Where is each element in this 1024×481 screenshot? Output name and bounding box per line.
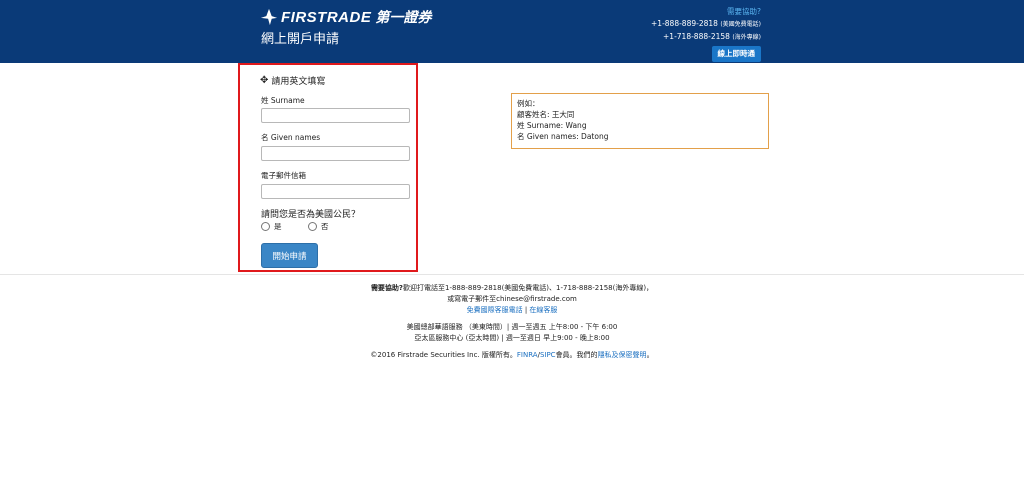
sipc-link[interactable]: SIPC (540, 351, 556, 359)
phone-us-number: +1-888-889-2818 (651, 19, 718, 28)
footer-help-bold: 需要協助? (370, 284, 403, 292)
phone-intl: +1-718-888-2158 (海外專線) (651, 31, 761, 44)
copyright-text: ©2016 Firstrade Securities Inc. 版權所有。 (370, 351, 517, 359)
example-heading: 例如： (517, 99, 540, 108)
header-bar: FIRSTRADE 第一證券 網上開戶申請 需要協助? +1-888-889-2… (0, 0, 1024, 63)
citizen-no-label: 否 (321, 222, 329, 231)
given-names-label: 名 Given names (261, 133, 321, 142)
move-icon: ✥ (260, 75, 269, 86)
firstrade-logo[interactable]: FIRSTRADE 第一證券 (260, 7, 431, 27)
form-section-title: ✥ 請用英文填寫 (260, 74, 325, 87)
example-customer-name: 顧客姓名: 王大同 (517, 110, 575, 119)
application-form: ✥ 請用英文填寫 姓 Surname 名 Given names 電子郵件信箱 … (238, 63, 418, 272)
footer-divider (0, 274, 1024, 275)
footer-links: 免費國際客服電話 | 在線客服 (0, 305, 1024, 316)
surname-label: 姓 Surname (261, 96, 305, 105)
help-link[interactable]: 需要協助? (651, 6, 761, 18)
citizen-yes-label: 是 (274, 222, 282, 231)
copyright-end: 。 (646, 351, 654, 359)
logo-chinese-text: 第一證券 (375, 10, 432, 26)
finra-link[interactable]: FINRA (517, 351, 538, 359)
start-application-button[interactable]: 開始申請 (261, 243, 318, 268)
citizen-no-radio[interactable] (308, 222, 317, 231)
free-intl-call-link[interactable]: 免費國際客服電話 (467, 306, 523, 314)
citizen-no-option[interactable]: 否 (308, 221, 329, 232)
example-surname: 姓 Surname: Wang (517, 121, 587, 130)
live-chat-button[interactable]: 線上即時通 (711, 46, 761, 62)
phone-intl-number: +1-718-888-2158 (663, 32, 730, 41)
footer: 需要協助?歡迎打電話至1-888-889-2818(美國免費電話)、1-718-… (0, 283, 1024, 361)
footer-hours-us: 美國總部華語服務 （美東時間）| 週一至週五 上午8:00 - 下午 6:00 (406, 323, 618, 331)
citizen-yes-radio[interactable] (261, 222, 270, 231)
copyright-member-text: 會員。我們的 (555, 351, 598, 359)
logo-plane-icon (260, 8, 278, 26)
surname-input[interactable] (261, 108, 410, 123)
citizen-yes-option[interactable]: 是 (261, 221, 282, 232)
footer-email-line: 或寫電子郵件至chinese@firstrade.com (447, 295, 577, 303)
footer-hours-asia: 亞太區服務中心 (亞太時間) | 週一至週日 早上9:00 - 晚上8:00 (414, 334, 610, 342)
citizen-question: 請問您是否為美國公民？ (261, 210, 361, 220)
footer-help-line: 需要協助?歡迎打電話至1-888-889-2818(美國免費電話)、1-718-… (0, 283, 1024, 294)
example-box: 例如： 顧客姓名: 王大同 姓 Surname: Wang 名 Given na… (511, 93, 769, 149)
given-names-input[interactable] (261, 146, 410, 161)
example-given-names: 名 Given names: Datong (517, 132, 609, 141)
phone-us-note: (美國免費電話) (720, 21, 761, 28)
header-help: 需要協助? +1-888-889-2818 (美國免費電話) +1-718-88… (651, 6, 761, 62)
footer-link-separator: | (524, 306, 528, 314)
email-input[interactable] (261, 184, 410, 199)
phone-us: +1-888-889-2818 (美國免費電話) (651, 18, 761, 31)
footer-help-text: 歡迎打電話至1-888-889-2818(美國免費電話)、1-718-888-2… (403, 284, 654, 292)
form-section-title-text: 請用英文填寫 (271, 77, 326, 87)
phone-intl-note: (海外專線) (732, 34, 761, 41)
footer-copyright: ©2016 Firstrade Securities Inc. 版權所有。FIN… (0, 350, 1024, 361)
online-service-link[interactable]: 在線客服 (529, 306, 557, 314)
page-title: 網上開戶申請 (261, 32, 340, 47)
privacy-link[interactable]: 隱私及保密聲明 (598, 351, 647, 359)
email-label: 電子郵件信箱 (261, 171, 306, 180)
logo-text: FIRSTRADE (281, 8, 372, 26)
